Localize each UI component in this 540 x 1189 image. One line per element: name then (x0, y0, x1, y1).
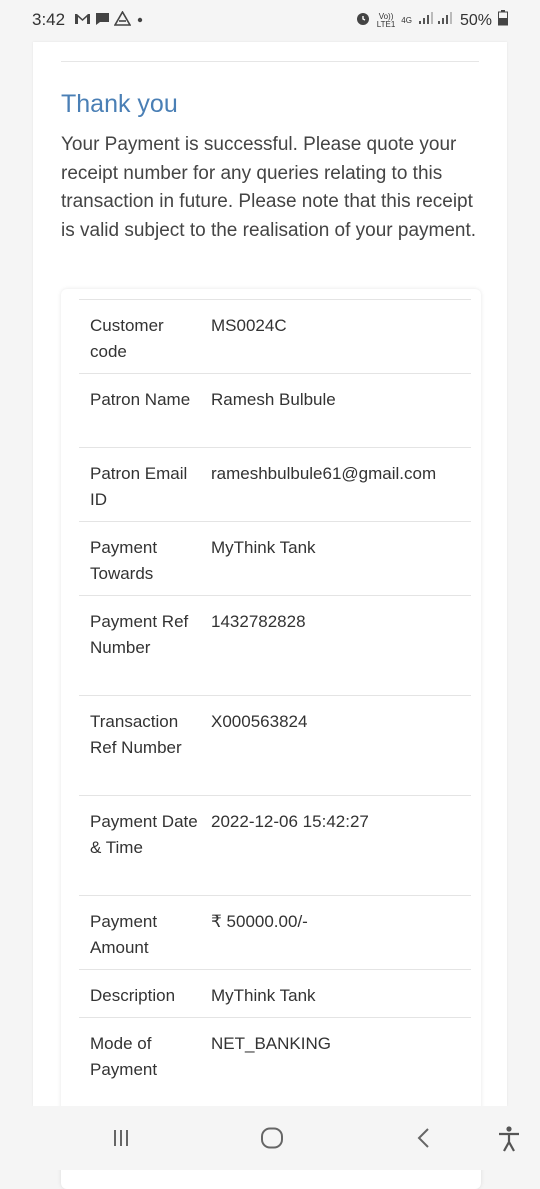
detail-label: Patron Name (90, 390, 191, 409)
back-icon[interactable] (415, 1127, 431, 1154)
detail-value: 1432782828 (211, 612, 306, 631)
detail-label: Payment Towards (90, 538, 158, 583)
detail-value: X000563824 (211, 712, 308, 731)
detail-label: Payment Amount (90, 912, 158, 957)
detail-label: Payment Ref Number (90, 612, 189, 657)
detail-value: 2022-12-06 15:42:27 (211, 812, 369, 831)
detail-value: MS0024C (211, 316, 287, 335)
volte-bottom: LTE1 (376, 19, 396, 29)
status-time: 3:42 (32, 10, 66, 29)
status-bar: 3:42 Vo)) LTE1 4G 50% (0, 0, 540, 42)
gmail-icon (74, 11, 91, 31)
detail-row-description: Description MyThink Tank (79, 969, 471, 1018)
detail-label: Patron Email ID (90, 464, 188, 509)
detail-value: Ramesh Bulbule (211, 390, 336, 409)
network-type: 4G (401, 15, 412, 25)
detail-row-payment-amount: Payment Amount ₹ 50000.00/- (79, 895, 471, 970)
signal-icon (418, 11, 454, 30)
drive-icon (113, 10, 132, 31)
detail-row-transaction-ref: Transaction Ref Number X000563824 (79, 695, 471, 796)
recents-icon[interactable] (111, 1128, 131, 1153)
detail-row-payment-ref: Payment Ref Number 1432782828 (79, 595, 471, 696)
detail-label: Description (90, 986, 176, 1005)
detail-value: ₹ 50000.00/- (211, 912, 308, 931)
battery-percent: 50% (459, 11, 492, 29)
detail-row-patron-email: Patron Email ID rameshbulbule61@gmail.co… (79, 447, 471, 522)
dot-icon (135, 11, 145, 31)
detail-row-patron-name: Patron Name Ramesh Bulbule (79, 373, 471, 448)
accessibility-icon[interactable] (496, 1125, 522, 1158)
notification-icons (74, 10, 145, 31)
detail-value: NET_BANKING (211, 1034, 331, 1053)
detail-row-payment-towards: Payment Towards MyThink Tank (79, 521, 471, 596)
alarm-icon (355, 10, 371, 31)
navigation-bar (0, 1106, 540, 1170)
home-icon[interactable] (260, 1127, 284, 1154)
chat-icon (95, 11, 110, 31)
detail-row-customer-code: Customer code MS0024C (79, 299, 471, 374)
page-title: Thank you (61, 90, 178, 118)
detail-row-payment-date: Payment Date & Time 2022-12-06 15:42:27 (79, 795, 471, 896)
detail-label: Customer code (90, 316, 164, 361)
detail-value: MyThink Tank (211, 986, 316, 1005)
success-message: Your Payment is successful. Please quote… (61, 134, 477, 241)
detail-row-mode-of-payment: Mode of Payment NET_BANKING (79, 1017, 471, 1092)
status-right: Vo)) LTE1 4G 50% (355, 10, 508, 31)
volte-label: Vo)) LTE1 (376, 12, 396, 29)
receipt-details: Customer code MS0024C Patron Name Ramesh… (61, 289, 481, 1189)
battery-icon (498, 10, 508, 31)
detail-label: Mode of Payment (90, 1034, 158, 1079)
detail-label: Payment Date & Time (90, 812, 198, 857)
divider (61, 61, 479, 62)
receipt-card: Thank you Your Payment is successful. Pl… (33, 42, 507, 1189)
detail-value: rameshbulbule61@gmail.com (211, 464, 437, 483)
detail-label: Transaction Ref Number (90, 712, 182, 757)
detail-value: MyThink Tank (211, 538, 316, 557)
